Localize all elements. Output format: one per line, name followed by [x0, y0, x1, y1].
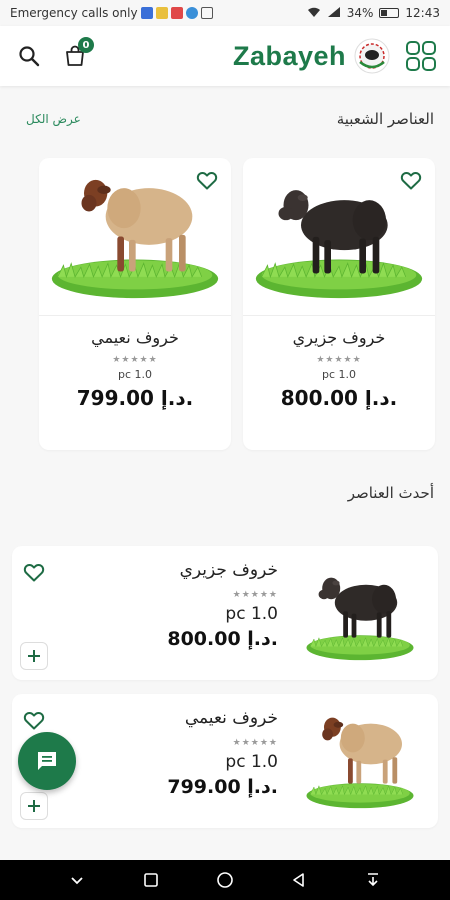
- brand-name: Zabayeh: [232, 40, 346, 71]
- system-nav-bar: [0, 860, 450, 900]
- favorite-heart-icon[interactable]: [399, 168, 423, 192]
- product-unit: pc 1.0: [321, 368, 357, 381]
- chat-button[interactable]: [18, 732, 76, 790]
- product-price: 799.00 د.إ.: [167, 776, 278, 798]
- status-bar: Emergency calls only 34% 12:43: [0, 0, 450, 26]
- chevron-down-icon: [71, 877, 83, 885]
- nav-recents-button[interactable]: [136, 865, 166, 895]
- rating-stars: ★★★★★: [232, 738, 278, 748]
- carrier-text: Emergency calls only: [10, 6, 138, 20]
- rating-stars: ★★★★★: [112, 355, 158, 365]
- popular-section-header: عرض الكل العناصر الشعبية: [0, 110, 450, 128]
- popular-product-card[interactable]: خروف جزيري ★★★★★ pc 1.0 800.00 د.إ.: [243, 158, 435, 450]
- newest-section-header: أحدث العناصر: [0, 484, 450, 502]
- messenger-icon: [185, 7, 198, 19]
- nav-dropdown-button[interactable]: [62, 865, 92, 895]
- cart-button[interactable]: 0: [58, 37, 94, 73]
- menu-button[interactable]: [404, 39, 438, 73]
- nav-notifications-button[interactable]: [358, 865, 388, 895]
- favorite-heart-icon[interactable]: [195, 168, 219, 192]
- nav-back-button[interactable]: [284, 865, 314, 895]
- search-button[interactable]: [12, 39, 46, 73]
- newest-section-title: أحدث العناصر: [347, 484, 434, 502]
- product-info: خروف نعيمي ★★★★★ pc 1.0 799.00 د.إ.: [167, 708, 278, 798]
- product-name: خروف جزيري: [179, 560, 278, 580]
- wifi-icon: [307, 6, 321, 21]
- battery-icon: [379, 8, 400, 18]
- pull-down-icon: [368, 873, 378, 887]
- brand-logo: [354, 38, 390, 74]
- circle-icon: [217, 872, 233, 888]
- popular-section-title: العناصر الشعبية: [336, 110, 434, 128]
- favorite-heart-icon[interactable]: [22, 560, 46, 584]
- rating-stars: ★★★★★: [316, 355, 362, 365]
- rating-stars: ★★★★★: [232, 590, 278, 600]
- product-name: خروف جزيري: [292, 328, 386, 347]
- grid-menu-icon: [406, 41, 436, 71]
- product-name: خروف نعيمي: [91, 328, 179, 347]
- gallery-icon: [200, 7, 213, 19]
- product-price: 800.00 د.إ.: [280, 386, 398, 410]
- newest-product-card[interactable]: خروف جزيري ★★★★★ pc 1.0 800.00 د.إ.: [12, 546, 438, 680]
- product-unit: pc 1.0: [225, 604, 278, 624]
- notification-icon: [155, 7, 168, 19]
- app-header: 0 Zabayeh: [0, 26, 450, 86]
- product-name: خروف نعيمي: [184, 708, 278, 728]
- product-image: [306, 717, 414, 809]
- product-unit: pc 1.0: [225, 752, 278, 772]
- notification-icon: [170, 7, 183, 19]
- signal-icon: [327, 6, 341, 21]
- status-right: 34% 12:43: [307, 6, 440, 21]
- product-price: 799.00 د.إ.: [76, 386, 194, 410]
- product-info: خروف جزيري ★★★★★ pc 1.0 800.00 د.إ.: [167, 560, 278, 650]
- product-image: [39, 158, 231, 316]
- cart-count-badge: 0: [78, 37, 94, 53]
- plus-icon: [28, 650, 40, 662]
- clock: 12:43: [405, 6, 440, 20]
- plus-icon: [28, 800, 40, 812]
- favorite-heart-icon[interactable]: [22, 708, 46, 732]
- see-all-link[interactable]: عرض الكل: [26, 112, 81, 126]
- status-left: Emergency calls only: [10, 6, 213, 20]
- product-image: [243, 158, 435, 316]
- brand: Zabayeh: [233, 38, 390, 74]
- product-unit: pc 1.0: [117, 368, 153, 381]
- search-icon: [19, 46, 40, 67]
- nav-home-button[interactable]: [210, 865, 240, 895]
- notification-icon: [140, 7, 153, 19]
- popular-product-card[interactable]: خروف نعيمي ★★★★★ pc 1.0 799.00 د.إ.: [39, 158, 231, 450]
- battery-percent: 34%: [346, 6, 374, 20]
- add-to-cart-button[interactable]: [20, 642, 48, 670]
- square-icon: [144, 873, 158, 887]
- chat-icon: [38, 752, 56, 770]
- add-to-cart-button[interactable]: [20, 792, 48, 820]
- product-image: [306, 577, 414, 661]
- triangle-back-icon: [293, 873, 304, 887]
- product-price: 800.00 د.إ.: [167, 628, 278, 650]
